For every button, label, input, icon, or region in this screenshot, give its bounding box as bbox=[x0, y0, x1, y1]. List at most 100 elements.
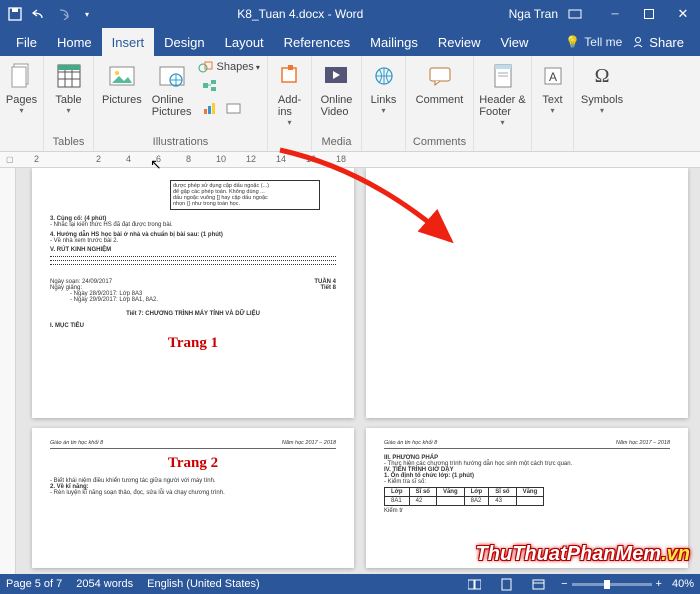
ribbon-display-icon[interactable] bbox=[568, 9, 598, 19]
header-footer-button[interactable]: Header & Footer▾ bbox=[475, 58, 529, 129]
tab-view[interactable]: View bbox=[490, 28, 538, 56]
title-bar: ▾ K8_Tuan 4.docx - Word Nga Tran ─ ✕ bbox=[0, 0, 700, 28]
svg-text:A: A bbox=[548, 70, 556, 84]
group-label bbox=[536, 135, 569, 151]
user-name[interactable]: Nga Tran bbox=[499, 7, 568, 21]
addins-button[interactable]: Add- ins▾ bbox=[271, 58, 309, 129]
share-icon bbox=[632, 36, 644, 48]
zoom-level[interactable]: 40% bbox=[672, 578, 694, 590]
group-label bbox=[578, 135, 626, 151]
page-annotation: Trang 2 bbox=[50, 455, 336, 472]
zoom-control[interactable]: − + 40% bbox=[561, 578, 694, 590]
read-mode-icon[interactable] bbox=[465, 575, 483, 593]
watermark: ThuThuatPhanMem.vn bbox=[476, 543, 690, 566]
quick-access-toolbar: ▾ bbox=[0, 3, 102, 25]
group-label bbox=[366, 135, 401, 151]
tab-insert[interactable]: Insert bbox=[102, 28, 155, 56]
zoom-out-icon[interactable]: − bbox=[561, 578, 567, 590]
group-addins: Add- ins▾ bbox=[268, 56, 312, 151]
tab-review[interactable]: Review bbox=[428, 28, 491, 56]
page-thumbnail-blank[interactable] bbox=[366, 168, 688, 418]
document-workspace[interactable]: được phép sử dụng cặp dấu ngoặc (...) để… bbox=[0, 168, 700, 574]
chart-button[interactable] bbox=[198, 98, 222, 120]
web-layout-icon[interactable] bbox=[529, 575, 547, 593]
group-label bbox=[4, 135, 39, 151]
status-bar: Page 5 of 7 2054 words English (United S… bbox=[0, 574, 700, 594]
zoom-in-icon[interactable]: + bbox=[656, 578, 662, 590]
zoom-slider[interactable] bbox=[572, 583, 652, 586]
ruler-vertical[interactable] bbox=[0, 168, 16, 574]
group-links: Links▾ bbox=[362, 56, 406, 151]
ribbon-tabs: File Home Insert Design Layout Reference… bbox=[0, 28, 700, 56]
cursor-icon: ↖ bbox=[150, 156, 162, 173]
comment-icon bbox=[425, 60, 455, 92]
online-pictures-icon bbox=[157, 60, 187, 92]
undo-icon[interactable] bbox=[28, 3, 50, 25]
smartart-icon bbox=[202, 79, 218, 93]
bulb-icon: 💡 bbox=[565, 35, 580, 49]
addins-icon bbox=[275, 60, 305, 92]
text-button[interactable]: A Text▾ bbox=[534, 58, 572, 117]
smartart-button[interactable] bbox=[198, 75, 222, 97]
online-video-button[interactable]: Online Video bbox=[317, 58, 357, 120]
pages-icon bbox=[7, 60, 37, 92]
tell-me[interactable]: 💡Tell me bbox=[565, 35, 622, 49]
attendance-table: LớpSĩ sốVắng LớpSĩ sốVắng 8A142 8A243 bbox=[384, 487, 544, 506]
page-thumbnail-1[interactable]: được phép sử dụng cặp dấu ngoặc (...) để… bbox=[32, 168, 354, 418]
pictures-icon bbox=[107, 60, 137, 92]
qat-customize-icon[interactable]: ▾ bbox=[76, 3, 98, 25]
document-title: K8_Tuan 4.docx - Word bbox=[102, 7, 499, 21]
ruler-horizontal[interactable]: ▢ 2 2 4 6 8 10 12 14 16 18 bbox=[0, 152, 700, 168]
page-content: được phép sử dụng cặp dấu ngoặc (...) để… bbox=[170, 180, 320, 210]
chart-icon bbox=[202, 102, 218, 116]
group-label: Tables bbox=[48, 135, 89, 151]
links-button[interactable]: Links▾ bbox=[365, 58, 403, 117]
header-footer-icon bbox=[488, 60, 518, 92]
screenshot-icon bbox=[226, 103, 242, 115]
group-media: Online Video Media bbox=[312, 56, 362, 151]
group-text: A Text▾ bbox=[532, 56, 574, 151]
tab-references[interactable]: References bbox=[274, 28, 360, 56]
print-layout-icon[interactable] bbox=[497, 575, 515, 593]
shapes-icon bbox=[198, 60, 214, 74]
page-thumbnail-2[interactable]: Giáo án tin học khối 8Năm học 2017 – 201… bbox=[32, 428, 354, 568]
share-button[interactable]: Share bbox=[622, 35, 694, 50]
save-icon[interactable] bbox=[4, 3, 26, 25]
pages-button[interactable]: Pages▾ bbox=[2, 58, 41, 117]
screenshot-button[interactable] bbox=[222, 98, 246, 120]
tab-file[interactable]: File bbox=[6, 28, 47, 56]
shapes-button[interactable]: Shapes▾ bbox=[198, 60, 260, 74]
word-count[interactable]: 2054 words bbox=[76, 578, 133, 590]
language-indicator[interactable]: English (United States) bbox=[147, 578, 260, 590]
ruler-toggle-icon[interactable]: ▢ bbox=[6, 155, 14, 164]
table-button[interactable]: Table▾ bbox=[50, 58, 88, 117]
maximize-icon[interactable] bbox=[632, 0, 666, 28]
group-illustrations: Pictures Online Pictures Shapes▾ Illustr… bbox=[94, 56, 268, 151]
page-indicator[interactable]: Page 5 of 7 bbox=[6, 578, 62, 590]
comment-button[interactable]: Comment bbox=[412, 58, 468, 108]
tab-mailings[interactable]: Mailings bbox=[360, 28, 428, 56]
tab-design[interactable]: Design bbox=[154, 28, 214, 56]
group-tables: Table▾ Tables bbox=[44, 56, 94, 151]
tab-layout[interactable]: Layout bbox=[215, 28, 274, 56]
text-icon: A bbox=[538, 60, 568, 92]
group-pages: Pages▾ bbox=[0, 56, 44, 151]
page-annotation: Trang 1 bbox=[50, 335, 336, 352]
group-label: Illustrations bbox=[98, 135, 263, 151]
group-symbols: Ω Symbols▾ bbox=[574, 56, 630, 151]
table-icon bbox=[54, 60, 84, 92]
symbols-icon: Ω bbox=[587, 60, 617, 92]
group-label bbox=[272, 135, 307, 151]
close-icon[interactable]: ✕ bbox=[666, 0, 700, 28]
online-pictures-button[interactable]: Online Pictures bbox=[148, 58, 196, 120]
symbols-button[interactable]: Ω Symbols▾ bbox=[577, 58, 627, 117]
group-label bbox=[478, 135, 527, 151]
ribbon: Pages▾ Table▾ Tables Pictures Online Pic… bbox=[0, 56, 700, 152]
tab-home[interactable]: Home bbox=[47, 28, 102, 56]
links-icon bbox=[369, 60, 399, 92]
group-header-footer: Header & Footer▾ bbox=[474, 56, 532, 151]
pictures-button[interactable]: Pictures bbox=[98, 58, 146, 108]
group-label: Media bbox=[316, 135, 357, 151]
redo-icon[interactable] bbox=[52, 3, 74, 25]
minimize-icon[interactable]: ─ bbox=[598, 0, 632, 28]
